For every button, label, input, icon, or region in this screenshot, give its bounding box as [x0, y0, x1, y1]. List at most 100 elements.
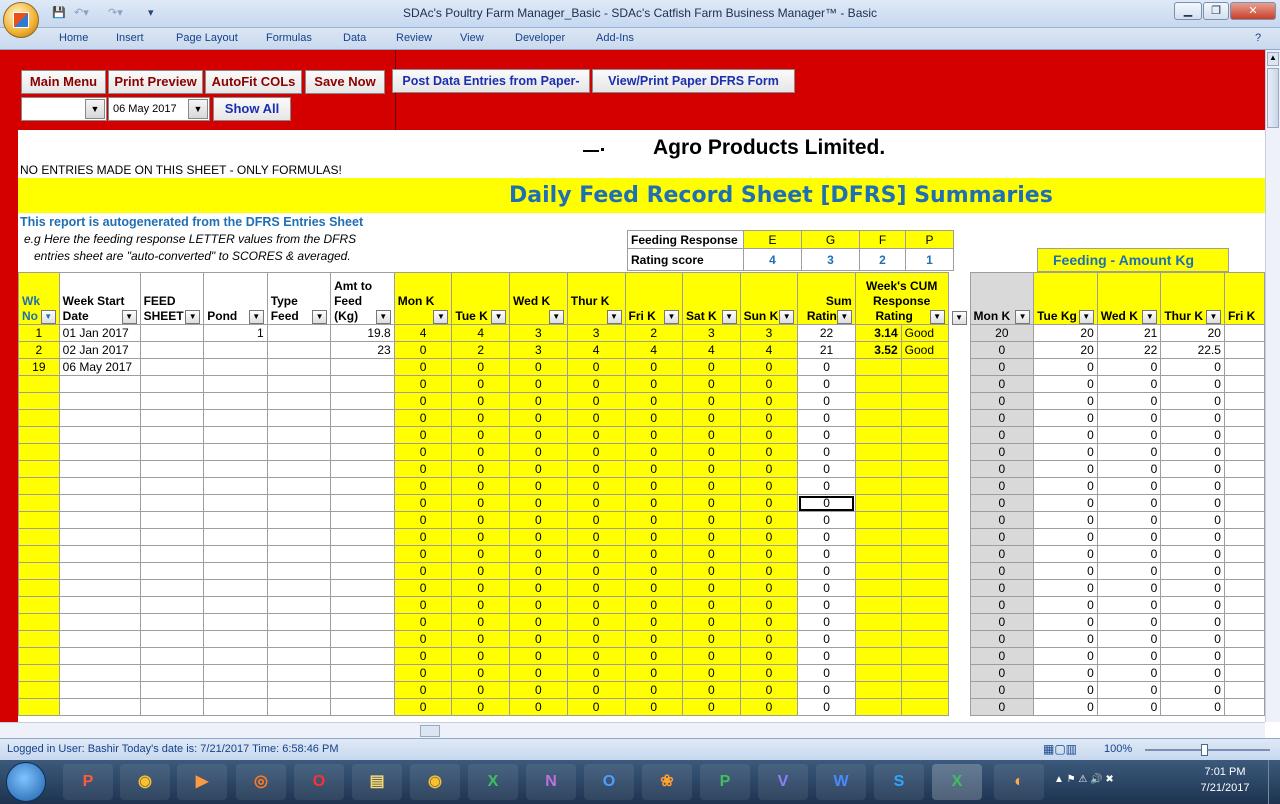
cell-kg[interactable]: 0	[1160, 477, 1225, 495]
filter-dropdown-icon[interactable]: ▼	[1015, 310, 1031, 324]
horizontal-scrollbar[interactable]	[0, 722, 1265, 738]
cell-amt[interactable]: 23	[330, 341, 395, 359]
cell-kg[interactable]: 0	[1033, 647, 1098, 665]
cell-rating[interactable]	[900, 443, 949, 461]
cell-feed-sheet[interactable]	[139, 647, 205, 665]
cell-kg-fri[interactable]	[1223, 443, 1265, 461]
cell-cum[interactable]	[854, 579, 902, 597]
table-row[interactable]: 000000000000	[18, 596, 1265, 614]
cell-kg[interactable]: 0	[1096, 698, 1162, 716]
cell-day-score[interactable]: 0	[451, 494, 511, 512]
cell-wk[interactable]: 2	[18, 341, 60, 359]
cell-rating[interactable]	[900, 460, 949, 478]
cell-rating[interactable]	[900, 375, 949, 393]
cell-amt[interactable]	[330, 375, 395, 393]
clock-date[interactable]: 7/21/2017	[1190, 782, 1260, 794]
cell-day-score[interactable]: 0	[509, 460, 568, 478]
cell-day-score[interactable]: 0	[624, 426, 684, 444]
cell-date[interactable]	[58, 477, 141, 495]
chrome-icon-2[interactable]: ◉	[410, 764, 460, 800]
show-desktop-button[interactable]	[1268, 760, 1280, 804]
save-now-button[interactable]: Save Now	[305, 70, 385, 94]
cell-day-score[interactable]: 0	[509, 698, 568, 716]
cell-day-score[interactable]: 0	[509, 494, 568, 512]
cell-kg[interactable]: 0	[1160, 630, 1225, 648]
cell-pond[interactable]	[203, 664, 268, 682]
cell-day-score[interactable]: 4	[393, 324, 453, 342]
cell-date[interactable]	[58, 409, 141, 427]
cell-cum[interactable]	[854, 613, 902, 631]
cell-kg[interactable]: 22.5	[1160, 341, 1225, 359]
cell-rating[interactable]	[900, 545, 949, 563]
cell-day-score[interactable]: 0	[624, 392, 684, 410]
cell-kg-fri[interactable]	[1223, 460, 1265, 478]
cell-day-score[interactable]: 0	[566, 528, 626, 546]
cell-feed-sheet[interactable]	[139, 613, 205, 631]
cell-sum[interactable]: 0	[797, 358, 856, 376]
cell-kg[interactable]: 0	[1160, 681, 1225, 699]
cell-day-score[interactable]: 0	[566, 511, 626, 529]
cell-day-score[interactable]: 0	[682, 579, 741, 597]
cell-kg[interactable]: 0	[1096, 681, 1162, 699]
cell-date[interactable]	[58, 681, 141, 699]
cell-day-score[interactable]: 0	[624, 647, 684, 665]
cell-kg-fri[interactable]	[1223, 494, 1265, 512]
cell-day-score[interactable]: 0	[393, 511, 453, 529]
summary-table[interactable]: Wk No ▼ Week Start Date ▼ FEED SHEET ▼ Pond ▼ Type F…	[18, 272, 1265, 716]
cell-kg-fri[interactable]	[1223, 392, 1265, 410]
cell-kg[interactable]: 0	[1096, 392, 1162, 410]
cell-kg[interactable]: 0	[1033, 579, 1098, 597]
filter-dropdown-icon[interactable]: ▼	[836, 310, 852, 324]
cell-day-score[interactable]: 0	[624, 596, 684, 614]
cell-day-score[interactable]: 0	[393, 477, 453, 495]
cell-kg-mon[interactable]: 20	[969, 324, 1035, 342]
cell-type[interactable]	[266, 562, 332, 580]
cell-sum[interactable]: 0	[797, 409, 856, 427]
cell-cum[interactable]	[854, 681, 902, 699]
cell-date[interactable]	[58, 562, 141, 580]
cell-date[interactable]	[58, 392, 141, 410]
cell-amt[interactable]	[330, 392, 395, 410]
cell-pond[interactable]	[203, 409, 268, 427]
cell-day-score[interactable]: 0	[393, 460, 453, 478]
cell-day-score[interactable]: 0	[739, 613, 799, 631]
cell-kg[interactable]: 0	[1033, 698, 1098, 716]
cell-kg-mon[interactable]: 0	[969, 409, 1035, 427]
cell-kg[interactable]: 0	[1160, 511, 1225, 529]
cell-kg[interactable]: 0	[1033, 596, 1098, 614]
post-data-button[interactable]: Post Data Entries from Paper-	[392, 69, 590, 93]
cell-kg-fri[interactable]	[1223, 681, 1265, 699]
cell-day-score[interactable]: 0	[566, 409, 626, 427]
cell-day-score[interactable]: 0	[393, 426, 453, 444]
opera-icon[interactable]: O	[294, 764, 344, 800]
cell-feed-sheet[interactable]	[139, 460, 205, 478]
cell-date[interactable]	[58, 426, 141, 444]
cell-kg-fri[interactable]	[1223, 596, 1265, 614]
cell-kg-mon[interactable]: 0	[969, 528, 1035, 546]
chevron-down-icon[interactable]: ▼	[188, 99, 208, 119]
cell-amt[interactable]	[330, 511, 395, 529]
cell-cum[interactable]: 3.14	[854, 324, 902, 342]
cell-sum[interactable]: 0	[797, 664, 856, 682]
cell-day-score[interactable]: 0	[682, 698, 741, 716]
cell-kg[interactable]: 0	[1160, 698, 1225, 716]
cell-amt[interactable]	[330, 698, 395, 716]
cell-kg[interactable]: 0	[1160, 375, 1225, 393]
cell-day-score[interactable]: 0	[739, 698, 799, 716]
cell-date[interactable]	[58, 630, 141, 648]
cell-amt[interactable]	[330, 613, 395, 631]
cell-day-score[interactable]: 0	[624, 511, 684, 529]
cell-day-score[interactable]: 0	[566, 579, 626, 597]
cell-type[interactable]	[266, 375, 332, 393]
tab-data[interactable]: Data	[343, 32, 366, 44]
cell-kg-fri[interactable]	[1223, 477, 1265, 495]
cell-date[interactable]	[58, 647, 141, 665]
table-row[interactable]: 000000000000	[18, 477, 1265, 495]
header-amount-day-3[interactable]: Thur K ▼	[1160, 272, 1225, 325]
cell-kg[interactable]: 0	[1160, 528, 1225, 546]
cell-date[interactable]	[58, 698, 141, 716]
cell-day-score[interactable]: 4	[566, 341, 626, 359]
cell-day-score[interactable]: 0	[509, 477, 568, 495]
cell-day-score[interactable]: 0	[451, 358, 511, 376]
cell-pond[interactable]	[203, 511, 268, 529]
